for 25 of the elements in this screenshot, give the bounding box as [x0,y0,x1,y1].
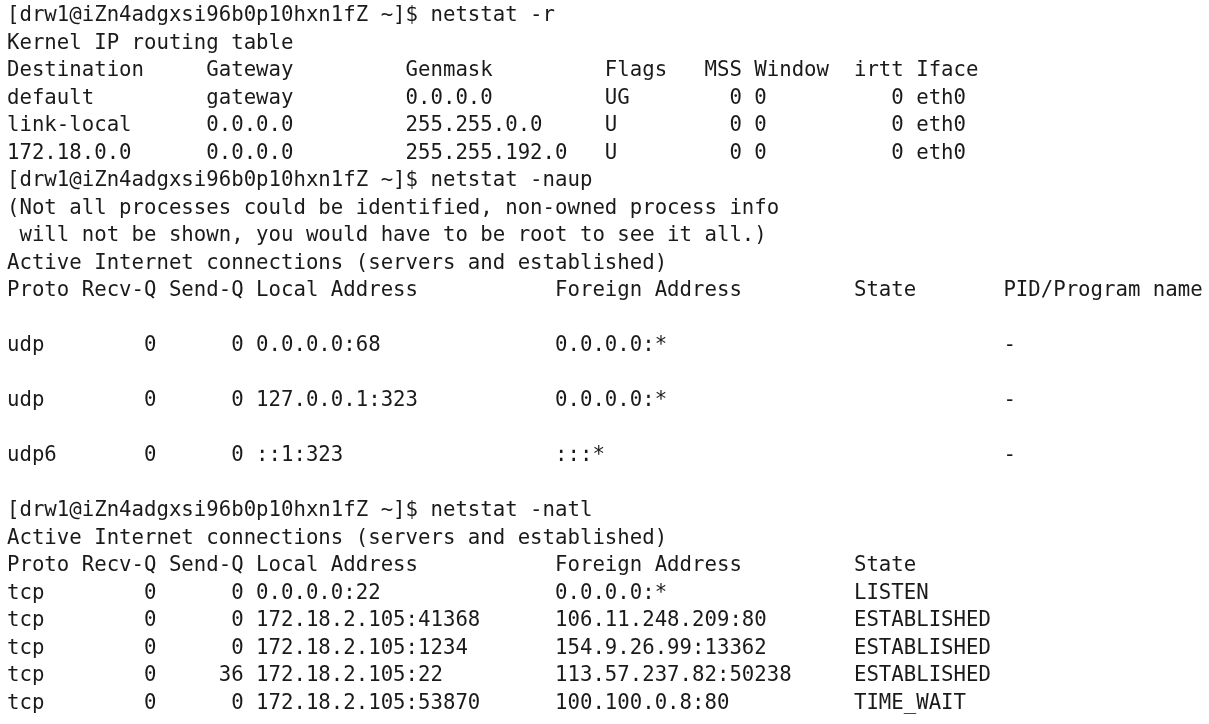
command-text: netstat -natl [430,496,593,523]
output-line: tcp 0 0 172.18.2.105:1234 154.9.26.99:13362 ESTABLISHED [7,633,991,661]
command-text: netstat -r [430,1,556,28]
output-line: Proto Recv-Q Send-Q Local Address Foreign Address State PID/Program name [7,276,1203,303]
output-line: default gateway 0.0.0.0 UG 0 0 0 eth0 [7,83,967,111]
output-line: tcp 0 36 172.18.2.105:22 113.57.237.82:50238 ESTABLISHED [7,661,991,688]
command-text: netstat -naup [430,166,593,193]
output-line: Kernel IP routing table [7,28,294,56]
shell-prompt: [drw1@iZn4adgxsi96b0p10hxn1fZ ~]$ [7,1,418,28]
output-line: Active Internet connections (servers and established) [7,248,668,276]
output-line: udp 0 0 0.0.0.0:68 0.0.0.0:* - [7,331,1016,358]
output-line: 172.18.0.0 0.0.0.0 255.255.192.0 U 0 0 0 eth0 [7,138,967,166]
output-line: tcp 0 0 172.18.2.105:41368 106.11.248.209:80 ESTABLISHED [7,606,991,633]
output-line: tcp 0 0 0.0.0.0:22 0.0.0.0:* LISTEN [7,578,929,606]
output-line: tcp 0 0 172.18.2.105:53870 100.100.0.8:80 TIME_WAIT [7,688,967,716]
shell-prompt: [drw1@iZn4adgxsi96b0p10hxn1fZ ~]$ [7,166,418,193]
output-line: link-local 0.0.0.0 255.255.0.0 U 0 0 0 eth0 [7,111,967,138]
output-line: Destination Gateway Genmask Flags MSS Window irtt Iface [7,56,979,83]
output-line: Active Internet connections (servers and established) [7,523,668,551]
output-line: Proto Recv-Q Send-Q Local Address Foreign Address State [7,551,917,578]
output-line: (Not all processes could be identified, non-owned process info [7,193,780,221]
output-line: udp 0 0 127.0.0.1:323 0.0.0.0:* - [7,386,1016,413]
output-line: will not be shown, you would have to be root to see it all.) [18,221,767,248]
shell-prompt: [drw1@iZn4adgxsi96b0p10hxn1fZ ~]$ [7,496,418,523]
output-line: udp6 0 0 ::1:323 :::* - [7,441,1016,468]
